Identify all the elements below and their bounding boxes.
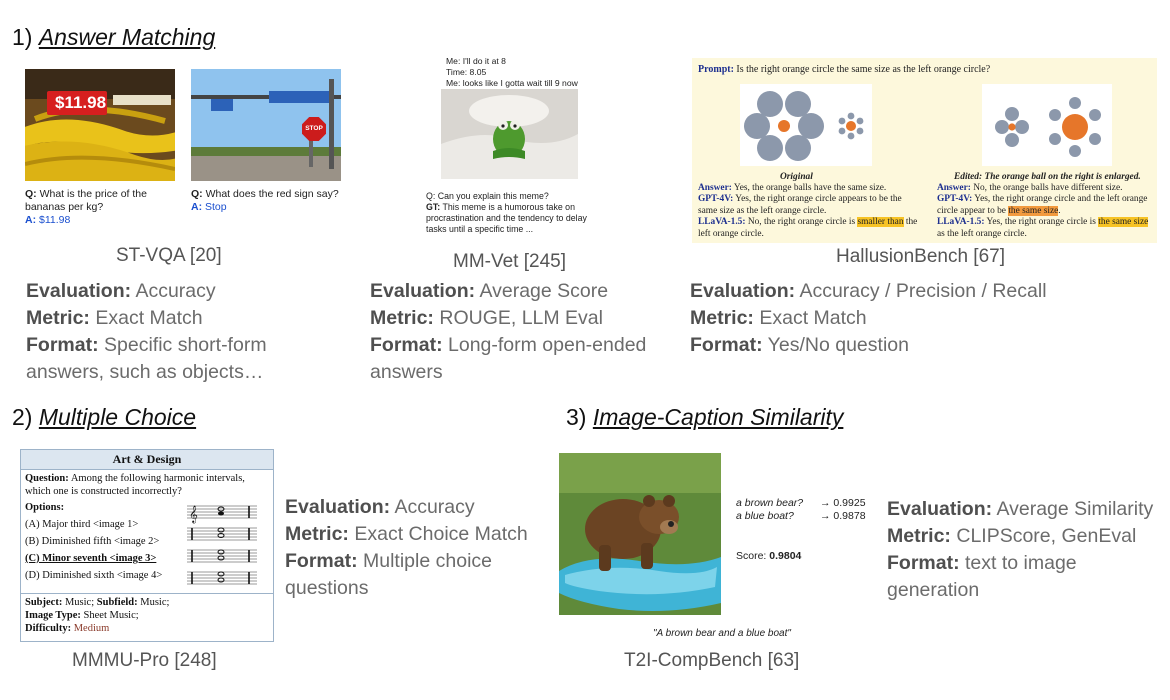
section-title-image-caption-similarity: 3) Image-Caption Similarity <box>566 404 844 430</box>
mmvet-caption: MM-Vet [245] <box>453 251 566 272</box>
stvqa-eval-block: Evaluation: Accuracy Metric: Exact Match… <box>26 280 267 383</box>
section-title-answer-matching: 1) Answer Matching <box>12 24 215 51</box>
hallusion-caption: HallusionBench [67] <box>836 246 1005 267</box>
stvqa-qa-2: Q: What does the red sign say? A: Stop <box>191 188 339 213</box>
t2i-score: Score: 0.9804 <box>736 550 802 562</box>
stvqa-caption: ST-VQA [20] <box>116 245 222 266</box>
kermit-meme-image <box>441 89 578 179</box>
bear-boat-image <box>559 453 721 615</box>
mmmu-question: Question: Among the following harmonic i… <box>25 472 245 497</box>
price-tag-text: $11.98 <box>55 93 107 112</box>
mmvet-qa: Q: Can you explain this meme? GT: This m… <box>426 191 587 234</box>
meme-text: Me: I'll do it at 8 Time: 8.05 Me: looks… <box>446 56 578 88</box>
t2i-prompt: "A brown bear and a blue boat" <box>653 628 791 639</box>
hb-right-answers: Answer: No, the orange balls have differ… <box>937 183 1149 239</box>
original-circles-image <box>740 84 872 166</box>
bananas-image: $11.98 <box>20 69 185 181</box>
section-number: 1) <box>12 24 33 50</box>
hb-left-answers: Answer: Yes, the orange balls have the s… <box>698 183 918 239</box>
stop-sign-image: STOP <box>191 69 341 181</box>
stvqa-qa-1: Q: What is the price of the bananas per … <box>25 188 147 226</box>
hallusionbench-panel: Prompt: Is the right orange circle the s… <box>692 58 1157 243</box>
hb-prompt: Prompt: Is the right orange circle the s… <box>698 64 991 75</box>
mmvet-eval-block: Evaluation: Average Score Metric: ROUGE,… <box>370 280 647 383</box>
mmmu-eval-block: Evaluation: Accuracy Metric: Exact Choic… <box>285 496 528 599</box>
t2i-caption: T2I-CompBench [63] <box>624 650 800 671</box>
mmmu-caption: MMMU-Pro [248] <box>72 650 217 671</box>
svg-text:𝄞: 𝄞 <box>189 505 198 523</box>
section-label: Answer Matching <box>38 24 216 50</box>
stop-sign-text: STOP <box>302 117 326 141</box>
edited-circles-image <box>982 84 1112 166</box>
hallusion-eval-block: Evaluation: Accuracy / Precision / Recal… <box>690 280 1047 356</box>
mmmu-meta: Subject: Music; Subfield: Music; Image T… <box>25 597 170 634</box>
original-label: Original <box>780 172 813 182</box>
t2i-subscores: → 0.9925 → 0.9878 <box>820 497 866 522</box>
t2i-subqueries: a brown bear? a blue boat? <box>736 497 804 522</box>
mmmu-pro-card: Art & Design Question: Among the followi… <box>20 449 274 642</box>
t2i-eval-block: Evaluation: Average Similarity Metric: C… <box>887 498 1154 601</box>
edited-label: Edited: The orange ball on the right is … <box>954 172 1141 182</box>
sheet-music-image: 𝄞 <box>187 502 257 588</box>
mmmu-header: Art & Design <box>21 450 273 470</box>
section-title-multiple-choice: 2) Multiple Choice <box>12 404 197 430</box>
